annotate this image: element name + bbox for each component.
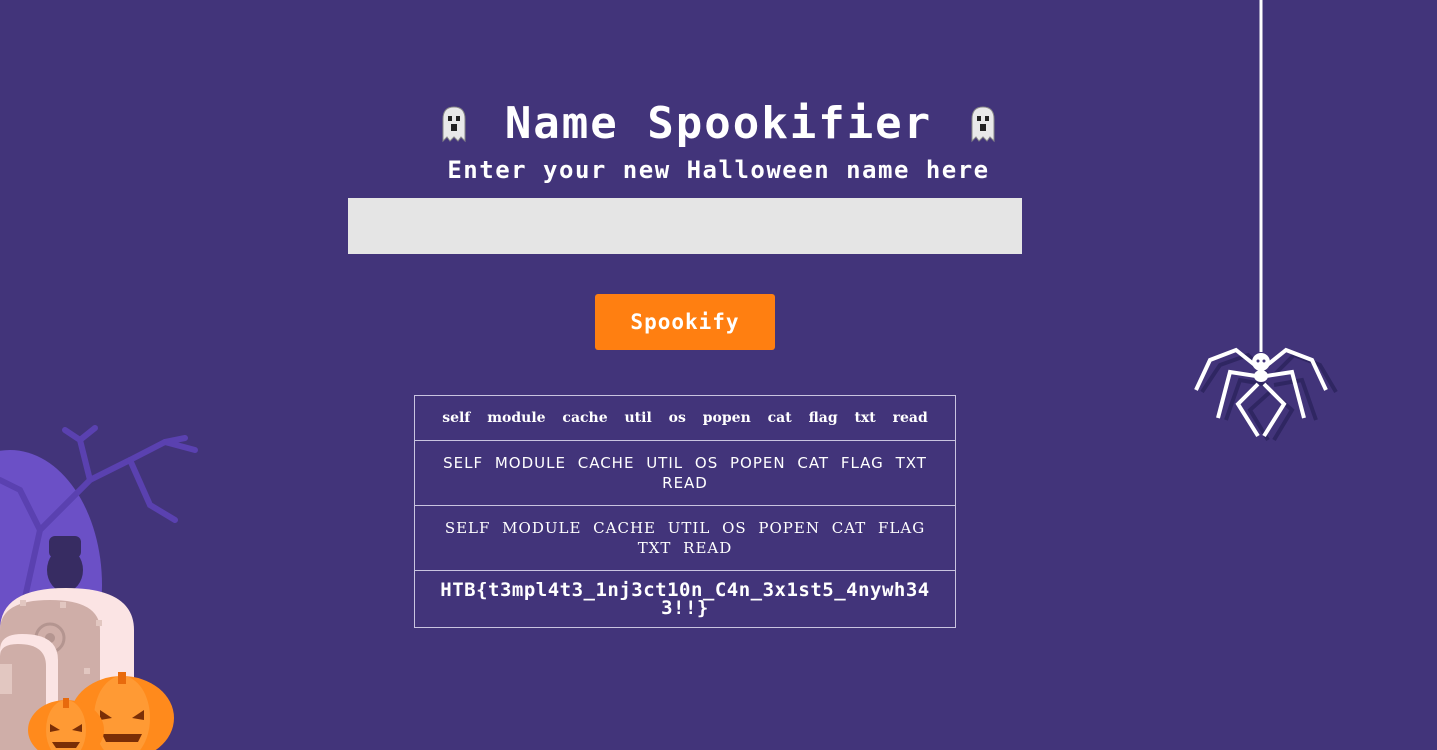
table-row: self module cache util os popen cat flag… [414,395,956,441]
table-row: SELF MODULE CACHE UTIL OS POPEN CAT FLAG… [414,505,956,571]
result-cell: HTB{t3mpl4t3_1nj3ct10n_C4n_3x1st5_4nywh3… [414,570,956,628]
result-cell: SELF MODULE CACHE UTIL OS POPEN CAT FLAG… [414,440,956,506]
page-title: Name Spookifier [504,98,933,149]
ghost-icon [442,105,466,142]
table-row: SELF MODULE CACHE UTIL OS POPEN CAT FLAG… [414,440,956,506]
result-cell: self module cache util os popen cat flag… [414,395,956,441]
results-table: self module cache util os popen cat flag… [414,395,956,628]
name-input[interactable] [348,198,1022,254]
graveyard-illustration [0,425,198,750]
table-row: HTB{t3mpl4t3_1nj3ct10n_C4n_3x1st5_4nywh3… [414,570,956,628]
spookify-button[interactable]: Spookify [595,294,775,350]
ghost-icon [971,105,995,142]
page: Name Spookifier Enter your new Halloween… [0,0,1437,750]
spider-icon [1194,0,1338,442]
result-cell: SELF MODULE CACHE UTIL OS POPEN CAT FLAG… [414,505,956,571]
